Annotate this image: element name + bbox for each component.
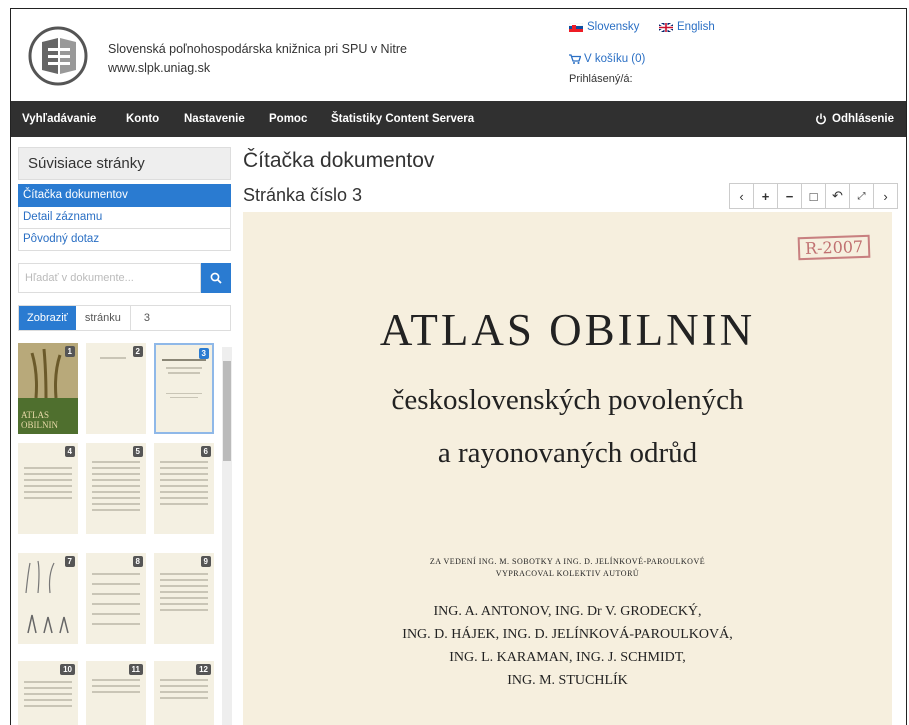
document-subtitle-2: a rayonovaných odrůd [437,437,698,469]
document-authors-line-2: ING. D. HÁJEK, ING. D. JELÍNKOVÁ-PAROULK… [402,627,733,642]
sidebar-title: Súvisiace stránky [18,147,231,180]
document-search-input[interactable]: Hľadať v dokumente... [18,263,201,293]
page-label: stránku [76,306,131,330]
page-title: Čítačka dokumentov [243,149,435,172]
thumbnail-number: 6 [200,446,211,457]
fit-page-button[interactable]: □ [801,183,826,209]
document-authors-line-1: ING. A. ANTONOV, ING. Dr V. GRODECKÝ, [433,604,702,619]
goto-page-row: Zobraziť stránku 3 [18,305,231,331]
rotate-icon: ↶ [832,188,843,203]
cover-title: ATLAS OBILNIN [21,410,58,430]
fit-icon: □ [809,188,818,204]
thumbnail-number: 1 [64,346,75,357]
cart-label: V košíku (0) [584,53,646,65]
thumbnail-page-7[interactable]: 7 [18,553,78,644]
document-stamp: R-2007 [797,234,871,261]
library-logo-icon [28,26,88,86]
document-search: Hľadať v dokumente... [18,263,231,293]
zoom-in-button[interactable]: + [753,183,778,209]
sidebar: Súvisiace stránky Čítačka dokumentov Det… [18,147,231,331]
thumbnail-strip: ATLAS OBILNIN 1 2 3 4 5 6 7 8 9 10 11 12 [18,343,231,725]
thumbnail-page-12[interactable]: 12 [154,661,214,725]
prev-icon: ‹ [739,188,744,204]
viewer-toolbar: ‹ + − □ ↶ ⤢ › [729,183,898,209]
thumbnail-page-6[interactable]: 6 [154,443,214,534]
sidebar-item-original-query[interactable]: Pôvodný dotaz [18,229,231,251]
english-flag-icon [659,22,673,32]
thumbnail-number: 2 [132,346,143,357]
document-subtitle-1: československých povolených [391,384,744,416]
thumbnail-page-11[interactable]: 11 [86,661,146,725]
thumbnail-number: 11 [128,664,143,675]
cart-icon [569,54,581,64]
thumbnail-page-3[interactable]: 3 [154,343,214,434]
slovak-flag-icon [569,22,583,32]
document-authors-line-3: ING. L. KARAMAN, ING. J. SCHMIDT, [449,650,686,665]
power-icon [816,113,826,125]
thumbnail-scrollbar[interactable] [222,347,232,725]
library-name: Slovenská poľnohospodárska knižnica pri … [108,42,407,56]
thumbnail-number: 10 [60,664,75,675]
thumbnail-page-2[interactable]: 2 [86,343,146,434]
next-icon: › [883,188,888,204]
logout-button[interactable]: Odhlásenie [815,101,894,137]
thumbnail-number: 5 [132,446,143,457]
document-authors-line-4: ING. M. STUCHLÍK [507,673,628,688]
nav-help[interactable]: Pomoc [269,101,307,137]
main-navbar: Vyhľadávanie Konto Nastavenie Pomoc Štat… [11,101,906,137]
thumbnail-page-5[interactable]: 5 [86,443,146,534]
rotate-button[interactable]: ↶ [825,183,850,209]
show-page-button[interactable]: Zobraziť [19,306,76,330]
page-heading: Stránka číslo 3 [243,185,363,205]
thumbnail-number: 9 [200,556,211,567]
document-search-button[interactable] [201,263,231,293]
document-page-view[interactable]: R-2007 ATLAS OBILNIN československých po… [243,212,892,725]
thumbnail-page-10[interactable]: 10 [18,661,78,725]
next-page-button[interactable]: › [873,183,898,209]
document-credit-1: ZA VEDENÍ ING. M. SOBOTKY A ING. D. JELÍ… [429,557,706,566]
fullscreen-button[interactable]: ⤢ [849,183,874,209]
lang-english-label: English [677,21,715,33]
search-icon [210,272,222,284]
zoom-out-icon: − [785,188,794,204]
thumbnail-scrollbar-thumb[interactable] [223,361,231,461]
nav-statistics[interactable]: Štatistiky Content Servera [331,101,474,137]
page-number-input[interactable]: 3 [131,306,150,330]
library-url[interactable]: www.slpk.uniag.sk [108,61,210,75]
lang-slovak-label: Slovensky [587,21,640,33]
prev-page-button[interactable]: ‹ [729,183,754,209]
nav-account[interactable]: Konto [126,101,159,137]
cart-link[interactable]: V košíku (0) [569,53,645,65]
sidebar-item-reader[interactable]: Čítačka dokumentov [18,184,231,207]
thumbnail-page-8[interactable]: 8 [86,553,146,644]
fullscreen-icon: ⤢ [857,190,866,202]
document-credit-2: VYPRACOVAL KOLEKTIV AUTORŮ [495,569,640,578]
nav-settings[interactable]: Nastavenie [184,101,245,137]
logged-in-label: Prihlásený/á: [569,73,633,85]
thumbnail-number: 8 [132,556,143,567]
zoom-in-icon: + [761,188,770,204]
header: Slovenská poľnohospodárska knižnica pri … [11,9,906,101]
thumbnail-page-9[interactable]: 9 [154,553,214,644]
app-frame: Slovenská poľnohospodárska knižnica pri … [10,8,907,725]
document-title: ATLAS OBILNIN [379,305,756,355]
thumbnail-number: 3 [198,348,209,359]
zoom-out-button[interactable]: − [777,183,802,209]
thumbnail-number: 4 [64,446,75,457]
thumbnail-page-1[interactable]: ATLAS OBILNIN 1 [18,343,78,434]
lang-english-link[interactable]: English [659,21,715,33]
lang-slovak-link[interactable]: Slovensky [569,21,639,33]
logout-label: Odhlásenie [832,113,894,125]
sidebar-item-record-detail[interactable]: Detail záznamu [18,207,231,229]
plant-drawing-image [25,560,69,634]
thumbnail-number: 12 [196,664,211,675]
thumbnail-page-4[interactable]: 4 [18,443,78,534]
nav-search[interactable]: Vyhľadávanie [22,101,96,137]
reader-content: Čítačka dokumentov Stránka číslo 3 ‹ + −… [243,149,906,725]
